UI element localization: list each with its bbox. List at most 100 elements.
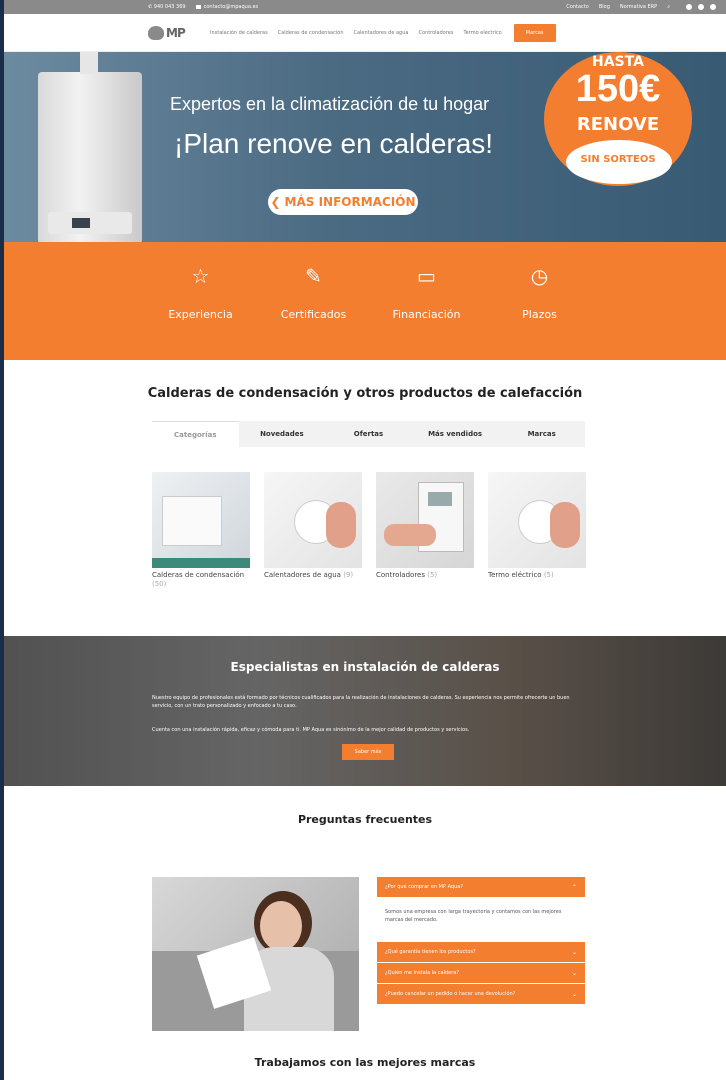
top-bar: ✆ 940 043 369 contacto@mpaqua.es Contact… bbox=[4, 0, 726, 14]
nav-item-calderas[interactable]: Calderas de condensación bbox=[278, 30, 344, 36]
boiler-strip bbox=[152, 558, 250, 568]
hero-title: ¡Plan renove en calderas! bbox=[174, 128, 494, 159]
credit-card-icon: ▭ bbox=[417, 264, 436, 288]
brands-title: Trabajamos con las mejores marcas bbox=[254, 1056, 476, 1069]
hero-subtitle: Expertos en la climatización de tu hogar bbox=[170, 94, 490, 114]
products-title: Calderas de condensación y otros product… bbox=[147, 386, 583, 401]
feature-plazos: ◷ Plazos bbox=[483, 242, 596, 360]
badge-amount: 150€ bbox=[575, 68, 661, 110]
category-caption[interactable]: Controladores (5) bbox=[376, 571, 474, 580]
logo-text: MP bbox=[166, 25, 186, 40]
tab-categorias[interactable]: Categorías bbox=[152, 421, 239, 447]
faq-question[interactable]: ¿Qué garantía tienen los productos? ⌄ bbox=[377, 942, 585, 962]
mail-icon bbox=[195, 5, 201, 9]
feature-label: Financiación bbox=[392, 308, 461, 321]
boiler-pipe bbox=[80, 52, 98, 74]
feature-experiencia: ☆ Experiencia bbox=[144, 242, 257, 360]
erp-link[interactable]: Normativa ERP bbox=[620, 4, 657, 10]
chevron-up-icon: ⌃ bbox=[571, 883, 577, 891]
category-count: (5) bbox=[543, 571, 554, 579]
water-heater-image[interactable] bbox=[264, 472, 362, 568]
email-link[interactable]: contacto@mpaqua.es bbox=[195, 4, 258, 10]
category-name: Calentadores de agua bbox=[264, 571, 341, 579]
twitter-icon[interactable] bbox=[698, 4, 704, 10]
nav-item-calentadores[interactable]: Calentadores de agua bbox=[353, 30, 408, 36]
brands-button[interactable]: Marcas bbox=[513, 23, 556, 42]
nav-item-instalacion[interactable]: Instalación de calderas bbox=[210, 30, 268, 36]
controller-screen bbox=[428, 492, 452, 506]
boiler-panel bbox=[48, 212, 132, 234]
search-icon[interactable]: ⌕ bbox=[667, 4, 670, 10]
category-card[interactable]: Termo eléctrico (5) bbox=[488, 472, 586, 589]
category-card[interactable]: Controladores (5) bbox=[376, 472, 474, 589]
specialists-paragraph: Nuestro equipo de profesionales está for… bbox=[152, 695, 570, 709]
specialists-paragraph: Cuenta con una instalación rápida, efica… bbox=[152, 727, 470, 733]
page: ✆ 940 043 369 contacto@mpaqua.es Contact… bbox=[4, 0, 726, 1080]
badge-label: RENOVE bbox=[576, 114, 660, 135]
controller-image[interactable] bbox=[376, 472, 474, 568]
nav-item-controladores[interactable]: Controladores bbox=[418, 30, 453, 36]
logo-drop-icon bbox=[148, 25, 164, 40]
badge-note: SIN SORTEOS bbox=[580, 154, 656, 165]
feature-financiacion: ▭ Financiación bbox=[370, 242, 483, 360]
specialists-overlay bbox=[4, 636, 726, 786]
chevron-left-icon: ❮ bbox=[270, 195, 281, 209]
github-icon[interactable] bbox=[686, 4, 692, 10]
blog-link[interactable]: Blog bbox=[599, 4, 610, 10]
category-card[interactable]: Calderas de condensación (50) bbox=[152, 472, 250, 589]
phone-link[interactable]: ✆ 940 043 369 bbox=[148, 4, 186, 10]
category-caption[interactable]: Calderas de condensación (50) bbox=[152, 571, 250, 589]
tab-marcas[interactable]: Marcas bbox=[498, 421, 585, 447]
faq-question[interactable]: ¿Por qué comprar en MP Aqua? ⌃ bbox=[377, 877, 585, 897]
faq-title: Preguntas frecuentes bbox=[297, 813, 433, 826]
chevron-down-icon: ⌄ bbox=[571, 969, 577, 977]
tab-ofertas[interactable]: Ofertas bbox=[325, 421, 412, 447]
category-count: (5) bbox=[427, 571, 438, 579]
faq-answer: Somos una empresa con larga trayectoria … bbox=[385, 909, 562, 923]
faq-question[interactable]: ¿Quién me instala la caldera? ⌄ bbox=[377, 963, 585, 983]
history-icon: ◷ bbox=[530, 264, 549, 288]
contact-link[interactable]: Contacto bbox=[566, 4, 589, 10]
boiler-product-image[interactable] bbox=[152, 472, 250, 568]
instagram-icon[interactable] bbox=[710, 4, 716, 10]
hero-banner: Expertos en la climatización de tu hogar… bbox=[4, 52, 726, 242]
tab-mas-vendidos[interactable]: Más vendidos bbox=[412, 421, 499, 447]
chevron-down-icon: ⌄ bbox=[571, 990, 577, 998]
hand bbox=[326, 502, 356, 548]
phone-text: 940 043 369 bbox=[153, 4, 186, 10]
category-caption[interactable]: Termo eléctrico (5) bbox=[488, 571, 586, 580]
features-band: ☆ Experiencia ✎ Certificados ▭ Financiac… bbox=[4, 242, 726, 360]
feature-certificados: ✎ Certificados bbox=[257, 242, 370, 360]
chevron-down-icon: ⌄ bbox=[571, 948, 577, 956]
tab-novedades[interactable]: Novedades bbox=[239, 421, 326, 447]
specialists-title: Especialistas en instalación de calderas bbox=[230, 660, 500, 674]
faq-question[interactable]: ¿Puedo cancelar un pedido o hacer una de… bbox=[377, 984, 585, 1004]
electric-heater-image[interactable] bbox=[488, 472, 586, 568]
category-card[interactable]: Calentadores de agua (9) bbox=[264, 472, 362, 589]
faq-question-text: ¿Puedo cancelar un pedido o hacer una de… bbox=[385, 991, 516, 997]
more-info-label: MÁS INFORMACIÓN bbox=[284, 195, 416, 209]
renove-badge: HASTA 150€ RENOVE SIN SORTEOS bbox=[544, 52, 692, 186]
main-nav: MP Instalación de calderas Calderas de c… bbox=[4, 14, 726, 52]
more-info-button[interactable]: ❮ MÁS INFORMACIÓN bbox=[268, 189, 418, 215]
boiler-screen bbox=[72, 218, 90, 228]
category-name: Calderas de condensación bbox=[152, 571, 245, 579]
woman-head bbox=[260, 901, 302, 951]
nav-item-termo[interactable]: Termo eléctrico bbox=[463, 30, 501, 36]
logo[interactable]: MP bbox=[148, 25, 210, 40]
nav-menu: Instalación de calderas Calderas de cond… bbox=[210, 30, 512, 36]
feature-label: Experiencia bbox=[168, 308, 233, 321]
specialists-section: Especialistas en instalación de calderas… bbox=[4, 636, 726, 786]
hand bbox=[384, 524, 436, 546]
category-caption[interactable]: Calentadores de agua (9) bbox=[264, 571, 362, 580]
faq-image bbox=[152, 877, 359, 1031]
faq-question-text: ¿Qué garantía tienen los productos? bbox=[385, 949, 476, 955]
category-count: (50) bbox=[152, 580, 167, 588]
category-name: Termo eléctrico bbox=[488, 571, 542, 579]
faq-question-text: ¿Quién me instala la caldera? bbox=[385, 970, 460, 976]
boiler-image bbox=[38, 52, 142, 242]
certificate-icon: ✎ bbox=[305, 264, 322, 288]
learn-more-button[interactable]: Saber más bbox=[342, 744, 394, 760]
category-cards: Calderas de condensación (50) Calentador… bbox=[152, 472, 600, 589]
hand bbox=[550, 502, 580, 548]
